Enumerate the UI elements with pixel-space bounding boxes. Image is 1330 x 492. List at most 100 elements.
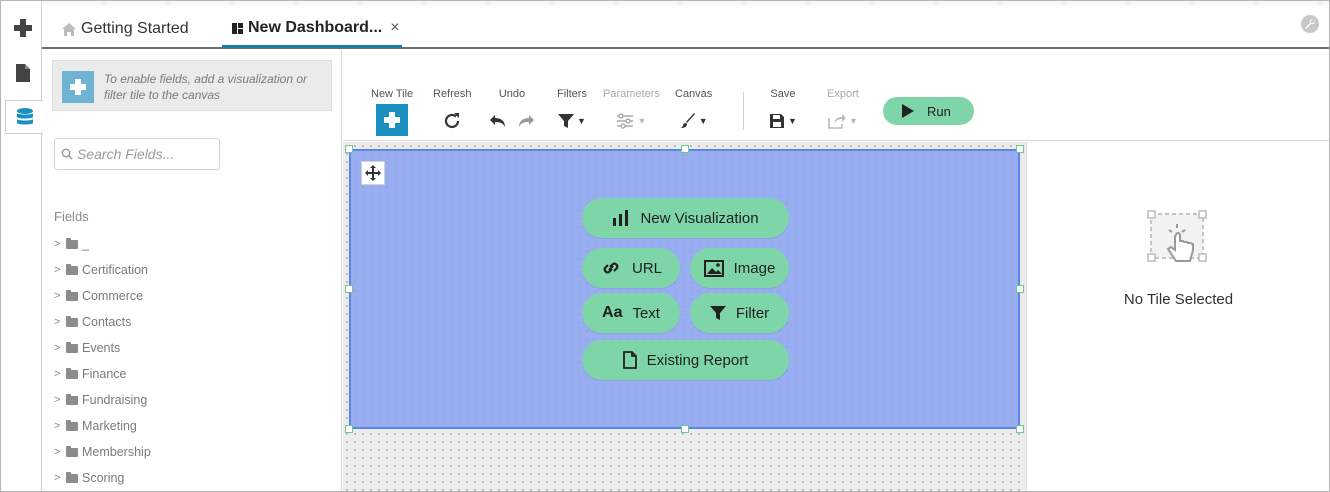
selected-tile[interactable]: New Visualization URL Image Aa Text Filt… [349, 149, 1020, 429]
tab-new-dashboard[interactable]: New Dashboard... × [222, 11, 402, 48]
field-folder-label: Membership [82, 445, 151, 459]
chevron-right-icon: > [54, 394, 61, 406]
text-button[interactable]: Aa Text [582, 293, 680, 333]
chevron-right-icon: > [54, 368, 61, 380]
document-icon [622, 351, 637, 369]
field-folder-item[interactable]: > Certification [54, 257, 151, 283]
field-folder-item[interactable]: > _ [54, 231, 151, 257]
text-label: Text [632, 304, 660, 322]
play-icon [902, 104, 914, 118]
canvas-label: Canvas [675, 88, 713, 100]
resize-handle[interactable] [345, 425, 353, 433]
chevron-right-icon: > [54, 316, 61, 328]
folder-icon [66, 341, 78, 353]
settings-button[interactable] [1301, 15, 1319, 33]
new-visualization-button[interactable]: New Visualization [582, 198, 789, 238]
filter-button[interactable]: Filter [690, 293, 789, 333]
wrench-icon [1305, 18, 1316, 29]
folder-icon [66, 419, 78, 431]
toolbar-separator [743, 92, 744, 130]
chevron-right-icon: > [54, 446, 61, 458]
filter-icon [709, 306, 726, 320]
parameters-label: Parameters [603, 88, 660, 100]
field-folder-label: Contacts [82, 315, 132, 329]
folder-icon [66, 367, 78, 379]
field-folder-item[interactable]: > Fundraising [54, 387, 151, 413]
chevron-right-icon: > [54, 342, 61, 354]
field-folder-label: Commerce [82, 289, 144, 303]
text-icon: Aa [602, 304, 623, 321]
resize-handle[interactable] [1016, 425, 1024, 433]
chevron-right-icon: > [54, 238, 61, 250]
run-label: Run [927, 103, 951, 119]
field-folder-item[interactable]: > Marketing [54, 413, 151, 439]
undo-label: Undo [498, 88, 526, 100]
field-folder-item[interactable]: > Contacts [54, 309, 151, 335]
field-folder-label: Fundraising [82, 393, 148, 407]
field-list: > _ > Certification > Commerce > Contacts > Event… [54, 231, 151, 491]
canvas-button[interactable]: Canvas ▼ [675, 88, 712, 136]
resize-handle[interactable] [1016, 145, 1024, 153]
field-folder-item[interactable]: > Commerce [54, 283, 151, 309]
image-button[interactable]: Image [690, 248, 789, 288]
share-icon [828, 114, 846, 129]
data-rail-button[interactable] [5, 100, 43, 134]
save-button[interactable]: Save ▼ [769, 88, 797, 136]
move-icon [365, 165, 381, 181]
dashboard-icon [232, 22, 243, 34]
filters-label: Filters [557, 88, 587, 100]
url-button[interactable]: URL [582, 248, 680, 288]
refresh-button[interactable]: Refresh [433, 88, 472, 136]
left-rail [1, 1, 43, 491]
dashboard-canvas[interactable]: New Visualization URL Image Aa Text Filt… [343, 142, 1026, 491]
folder-icon [66, 393, 78, 405]
new-tile-icon [376, 104, 409, 136]
resize-handle[interactable] [345, 145, 353, 153]
chevron-down-icon: ▼ [637, 116, 647, 126]
folder-icon [66, 471, 78, 483]
filters-button[interactable]: Filters ▼ [557, 88, 587, 136]
add-rail-button[interactable] [5, 11, 41, 45]
folder-icon [66, 445, 78, 457]
resize-handle[interactable] [345, 285, 353, 293]
toolbar: New Tile Refresh Undo Filters ▼ Paramete… [343, 50, 1329, 141]
field-folder-label: Certification [82, 263, 148, 277]
new-tile-button[interactable]: New Tile [371, 88, 413, 136]
existing-report-label: Existing Report [646, 351, 749, 369]
run-button[interactable]: Run [883, 97, 974, 125]
resize-handle[interactable] [681, 425, 689, 433]
folder-icon [66, 289, 78, 301]
fields-hint: To enable fields, add a visualization or… [52, 60, 332, 111]
tab-getting-started[interactable]: Getting Started [62, 11, 189, 47]
bar-chart-icon [613, 210, 629, 226]
chevron-down-icon: ▼ [848, 116, 858, 126]
field-folder-item[interactable]: > Scoring [54, 465, 151, 491]
new-visualization-label: New Visualization [640, 209, 759, 227]
search-fields[interactable] [54, 138, 220, 170]
field-folder-item[interactable]: > Finance [54, 361, 151, 387]
tile-select-icon [1147, 210, 1207, 262]
refresh-icon [445, 113, 460, 129]
brush-icon [680, 113, 695, 128]
field-folder-item[interactable]: > Events [54, 335, 151, 361]
tab-label: New Dashboard... [248, 19, 383, 36]
field-folder-label: Events [82, 341, 121, 355]
resize-handle[interactable] [681, 145, 689, 153]
search-input[interactable] [77, 146, 217, 162]
export-button[interactable]: Export ▼ [827, 88, 859, 136]
fields-heading: Fields [54, 209, 89, 224]
parameters-button[interactable]: Parameters ▼ [603, 88, 660, 136]
reports-rail-button[interactable] [5, 56, 41, 90]
field-folder-label: Finance [82, 367, 127, 381]
close-tab-button[interactable]: × [390, 19, 399, 37]
chevron-right-icon: > [54, 420, 61, 432]
filter-label: Filter [735, 304, 770, 322]
existing-report-button[interactable]: Existing Report [582, 340, 789, 380]
undo-button[interactable]: Undo [489, 88, 535, 136]
field-folder-item[interactable]: > Membership [54, 439, 151, 465]
move-handle[interactable] [361, 161, 385, 185]
chevron-down-icon: ▼ [577, 116, 586, 126]
folder-icon [66, 237, 78, 249]
redo-icon[interactable] [517, 114, 535, 128]
resize-handle[interactable] [1016, 285, 1024, 293]
